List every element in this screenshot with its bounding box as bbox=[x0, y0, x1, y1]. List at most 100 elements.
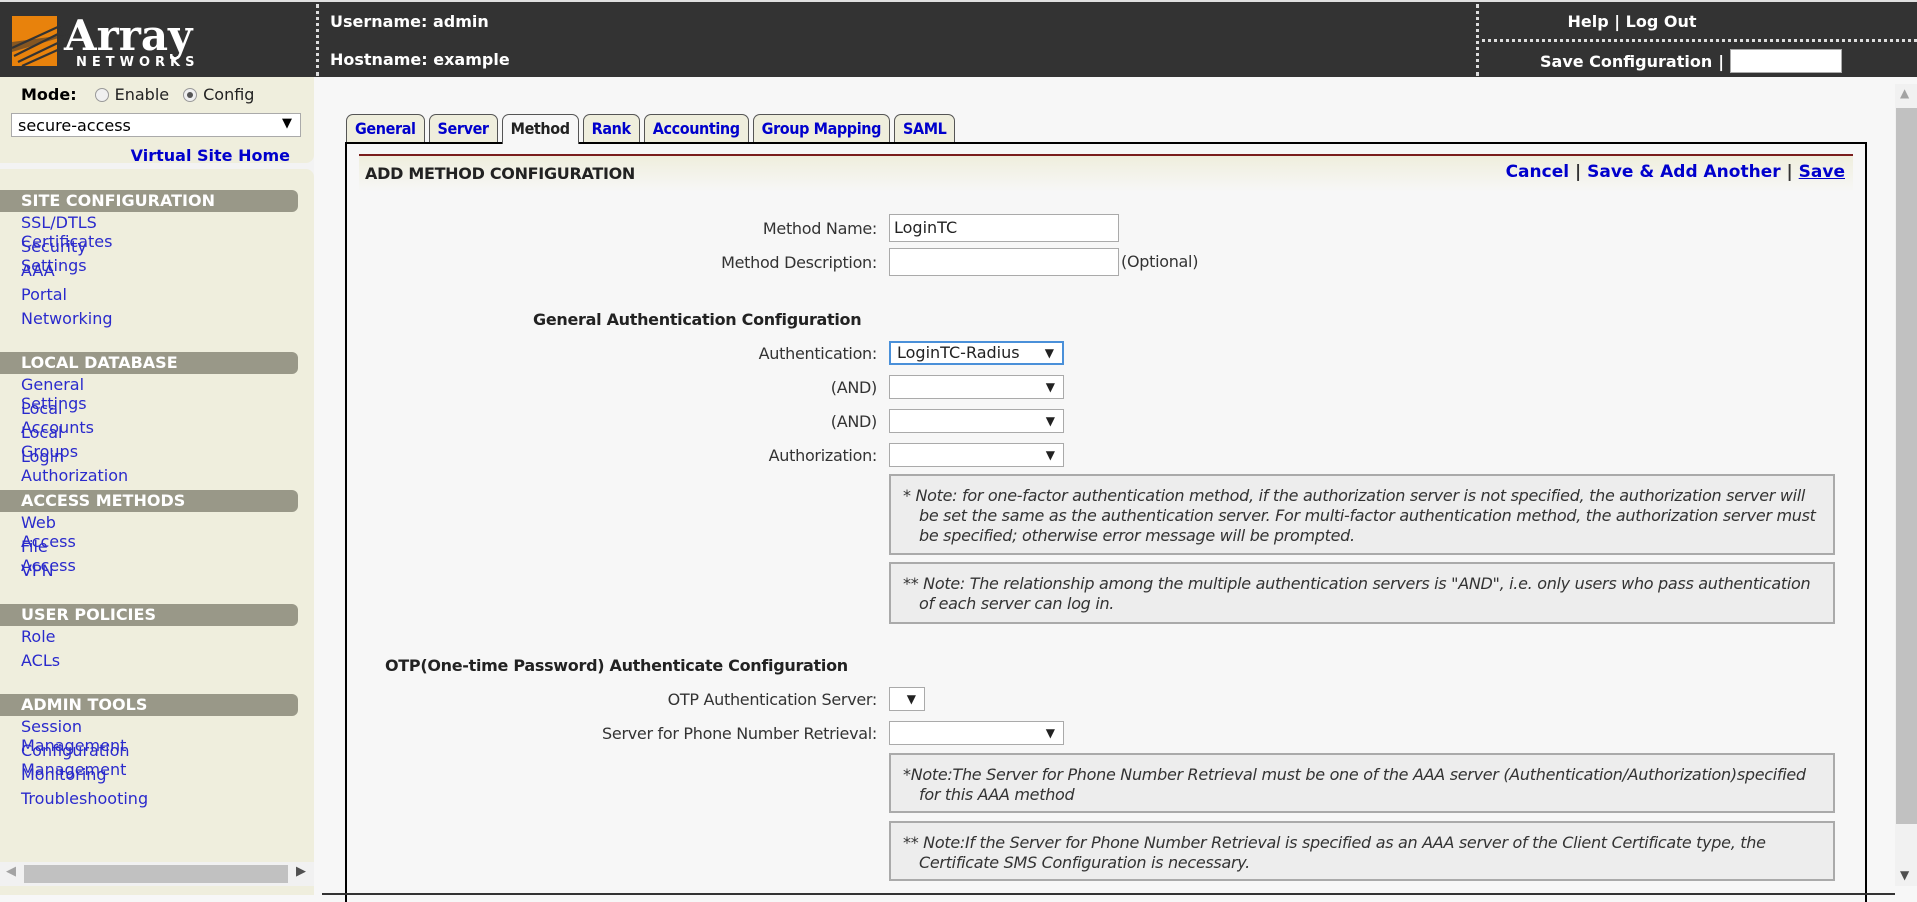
note-phone-server: *Note:The Server for Phone Number Retrie… bbox=[889, 753, 1835, 813]
authentication-value: LoginTC-Radius bbox=[897, 343, 1020, 362]
separator: | bbox=[1574, 162, 1582, 182]
top-header: Array NETWORKS Username: admin Hostname:… bbox=[0, 0, 1917, 77]
chevron-down-icon: ▼ bbox=[1820, 53, 1834, 68]
array-networks-logo: Array NETWORKS bbox=[11, 11, 217, 70]
cancel-link[interactable]: Cancel bbox=[1506, 162, 1569, 182]
phone-server-label: Server for Phone Number Retrieval: bbox=[602, 724, 877, 743]
mode-row: Mode: Enable Config bbox=[21, 85, 268, 104]
nav-item-acls[interactable]: ACLs bbox=[21, 651, 60, 670]
nav-item-troubleshooting[interactable]: Troubleshooting bbox=[21, 789, 148, 808]
scroll-down-icon[interactable]: ▼ bbox=[1900, 868, 1909, 882]
sidebar-horizontal-scrollbar[interactable]: ◀ ▶ bbox=[0, 862, 314, 886]
save-config-area: Save Configuration | English ▼ bbox=[1540, 49, 1843, 73]
otp-server-select[interactable]: ▼ bbox=[889, 687, 925, 711]
scrollbar-thumb[interactable] bbox=[24, 865, 288, 883]
note-text: * Note: for one-factor authentication me… bbox=[903, 486, 1816, 545]
hostname-label: Hostname: example bbox=[330, 50, 510, 69]
authentication-select[interactable]: LoginTC-Radius ▼ bbox=[889, 341, 1064, 365]
authorization-label: Authorization: bbox=[768, 446, 878, 465]
nav-item-vpn[interactable]: VPN bbox=[21, 561, 54, 580]
save-link[interactable]: Save bbox=[1799, 162, 1845, 182]
mode-config-label[interactable]: Config bbox=[203, 85, 254, 104]
logout-link[interactable]: Log Out bbox=[1626, 12, 1697, 31]
panel-actions: Cancel | Save & Add Another | Save bbox=[1506, 162, 1845, 182]
nav-item-aaa[interactable]: AAA bbox=[21, 261, 55, 280]
tab-group-mapping[interactable]: Group Mapping bbox=[752, 114, 890, 142]
scroll-left-icon[interactable]: ◀ bbox=[6, 864, 16, 879]
save-add-another-link[interactable]: Save & Add Another bbox=[1587, 162, 1780, 182]
nav-section-admin-tools: ADMIN TOOLS bbox=[0, 694, 298, 716]
separator: | bbox=[1786, 162, 1793, 182]
mode-enable-label[interactable]: Enable bbox=[115, 85, 170, 104]
tab-accounting[interactable]: Accounting bbox=[643, 114, 749, 142]
method-panel: ADD METHOD CONFIGURATION Cancel | Save &… bbox=[345, 142, 1867, 902]
chevron-down-icon: ▼ bbox=[1044, 346, 1054, 360]
and-label-2: (AND) bbox=[830, 412, 878, 431]
nav-item-networking[interactable]: Networking bbox=[21, 309, 113, 328]
chevron-down-icon: ▼ bbox=[282, 116, 292, 131]
scroll-right-icon[interactable]: ▶ bbox=[296, 864, 306, 879]
help-link[interactable]: Help bbox=[1567, 12, 1608, 31]
tab-server[interactable]: Server bbox=[428, 114, 498, 142]
otp-heading: OTP(One-time Password) Authenticate Conf… bbox=[385, 656, 848, 675]
method-name-label: Method Name: bbox=[762, 219, 877, 238]
tab-bar: General Server Method Rank Accounting Gr… bbox=[346, 114, 956, 144]
nav-item-role[interactable]: Role bbox=[21, 627, 55, 646]
panel-title: ADD METHOD CONFIGURATION bbox=[365, 164, 635, 183]
logo-text: Array bbox=[63, 12, 194, 60]
note-text: *Note:The Server for Phone Number Retrie… bbox=[903, 765, 1806, 804]
scroll-up-icon[interactable]: ▲ bbox=[1900, 86, 1909, 100]
language-value: English bbox=[1737, 51, 1793, 70]
separator: | bbox=[1614, 12, 1621, 31]
nav-item-portal[interactable]: Portal bbox=[21, 285, 67, 304]
main-content: General Server Method Rank Accounting Gr… bbox=[320, 77, 1895, 902]
note-authorization: * Note: for one-factor authentication me… bbox=[889, 474, 1835, 555]
note-and-relationship: ** Note: The relationship among the mult… bbox=[889, 562, 1835, 624]
tab-rank[interactable]: Rank bbox=[582, 114, 640, 142]
site-select[interactable]: secure-access ▼ bbox=[11, 113, 301, 137]
virtual-site-home-link[interactable]: Virtual Site Home bbox=[131, 146, 290, 165]
tab-general[interactable]: General bbox=[346, 114, 425, 142]
nav-item-login-authorization[interactable]: Login Authorization bbox=[21, 447, 128, 485]
mode-config-radio[interactable] bbox=[183, 87, 198, 102]
save-configuration-link[interactable]: Save Configuration bbox=[1540, 52, 1712, 71]
method-name-input[interactable]: LoginTC bbox=[889, 214, 1119, 242]
phone-server-select[interactable]: ▼ bbox=[889, 721, 1064, 745]
otp-server-label: OTP Authentication Server: bbox=[667, 690, 878, 709]
chevron-down-icon: ▼ bbox=[1045, 380, 1055, 394]
nav-section-site-configuration: SITE CONFIGURATION bbox=[0, 190, 298, 212]
nav-section-access-methods: ACCESS METHODS bbox=[0, 490, 298, 512]
site-select-value: secure-access bbox=[18, 115, 131, 135]
header-divider bbox=[316, 4, 319, 76]
nav-item-monitoring[interactable]: Monitoring bbox=[21, 765, 107, 784]
note-text: ** Note:If the Server for Phone Number R… bbox=[903, 833, 1766, 872]
language-select[interactable]: English ▼ bbox=[1730, 49, 1843, 73]
and-select-2[interactable]: ▼ bbox=[889, 409, 1064, 433]
method-description-input[interactable] bbox=[889, 248, 1119, 276]
mode-enable-radio[interactable] bbox=[94, 87, 109, 102]
general-auth-heading: General Authentication Configuration bbox=[533, 310, 862, 329]
chevron-down-icon: ▼ bbox=[1045, 414, 1055, 428]
and-label-1: (AND) bbox=[830, 378, 878, 397]
chevron-down-icon: ▼ bbox=[1045, 726, 1055, 740]
header-divider bbox=[1476, 4, 1479, 76]
separator: | bbox=[1718, 51, 1725, 71]
logo-subtext: NETWORKS bbox=[76, 55, 199, 70]
main-vertical-scrollbar[interactable]: ▲ ▼ bbox=[1895, 84, 1917, 886]
help-logout-links: Help | Log Out bbox=[1482, 12, 1782, 31]
header-divider bbox=[1482, 39, 1917, 42]
authorization-select[interactable]: ▼ bbox=[889, 443, 1064, 467]
and-select-1[interactable]: ▼ bbox=[889, 375, 1064, 399]
method-description-label: Method Description: bbox=[721, 253, 877, 272]
nav-section-local-database: LOCAL DATABASE bbox=[0, 352, 298, 374]
chevron-down-icon: ▼ bbox=[1045, 448, 1055, 462]
panel-header: ADD METHOD CONFIGURATION Cancel | Save &… bbox=[359, 154, 1853, 192]
note-text: ** Note: The relationship among the mult… bbox=[903, 574, 1811, 613]
authentication-label: Authentication: bbox=[758, 344, 878, 363]
mode-label: Mode: bbox=[21, 85, 77, 104]
tab-saml[interactable]: SAML bbox=[893, 114, 956, 142]
tab-method[interactable]: Method bbox=[501, 114, 579, 144]
scrollbar-thumb[interactable] bbox=[1896, 108, 1917, 824]
optional-hint: (Optional) bbox=[1121, 252, 1199, 271]
note-certificate-sms: ** Note:If the Server for Phone Number R… bbox=[889, 821, 1835, 881]
